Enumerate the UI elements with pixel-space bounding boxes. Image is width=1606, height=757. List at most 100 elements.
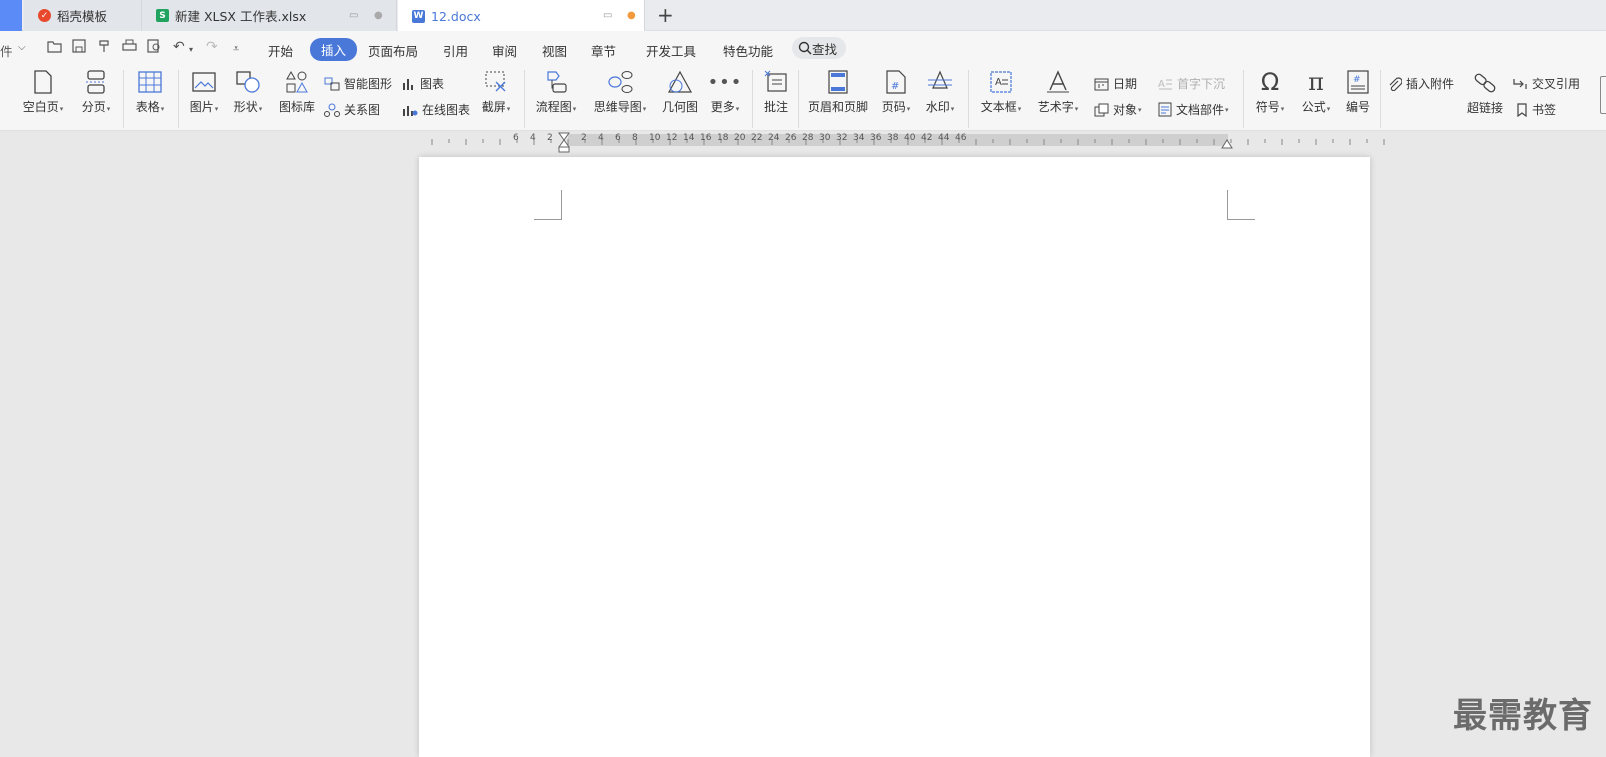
hyperlink-label: 超链接	[1466, 101, 1503, 115]
attachment-label: 插入附件	[1406, 77, 1455, 91]
search-icon	[798, 41, 812, 55]
smart-art-icon	[324, 77, 340, 90]
menu-developer[interactable]: 开发工具	[646, 41, 696, 60]
geometry-label: 几何图	[661, 100, 698, 114]
document-page[interactable]	[419, 157, 1370, 757]
ribbon-divider	[1380, 70, 1381, 128]
date-button[interactable]: 日期	[1094, 75, 1137, 92]
relation-chart-button[interactable]: 关系图	[324, 101, 380, 118]
menu-special[interactable]: 特色功能	[723, 41, 773, 60]
online-chart-icon	[403, 105, 418, 116]
margin-corner-top-left	[534, 190, 562, 220]
omega-icon: Ω	[1260, 68, 1280, 96]
svg-text:#: #	[1353, 75, 1361, 85]
blank-page-button[interactable]: 空白页▾	[22, 69, 64, 115]
save-icon[interactable]	[72, 39, 86, 57]
table-button[interactable]: 表格▾	[132, 69, 168, 115]
spreadsheet-icon: S	[156, 9, 169, 22]
blank-page-label: 空白页	[22, 100, 59, 114]
monitor-icon[interactable]: ▭	[603, 10, 612, 21]
home-tab[interactable]	[0, 0, 22, 31]
picture-icon	[192, 72, 216, 92]
page-number-icon: #	[886, 70, 906, 94]
menu-references[interactable]: 引用	[443, 41, 468, 60]
undo-dropdown-icon[interactable]: ▾	[189, 45, 193, 54]
tab-docx[interactable]: W 12.docx ▭ ●	[398, 0, 645, 32]
open-icon[interactable]	[47, 39, 63, 57]
ruler-number: 2	[581, 133, 587, 143]
picture-button[interactable]: 图片▾	[186, 69, 222, 115]
hyperlink-button[interactable]: 超链接	[1462, 70, 1508, 116]
more-button[interactable]: ••• 更多▾	[707, 69, 743, 115]
cross-ref-button[interactable]: 交叉引用	[1512, 75, 1580, 92]
ruler-number: 22	[751, 133, 763, 143]
formula-button[interactable]: π 公式▾	[1298, 68, 1334, 115]
file-menu[interactable]: 件	[0, 41, 13, 60]
undo-icon[interactable]: ↶	[173, 39, 185, 55]
numbering-button[interactable]: # 编号	[1343, 69, 1373, 115]
text-box-button[interactable]: A 文本框▾	[978, 69, 1024, 115]
chevron-down-icon[interactable]: ⌵	[18, 42, 26, 53]
paperclip-icon	[1389, 76, 1402, 91]
header-footer-button[interactable]: 页眉和页脚	[806, 69, 870, 115]
smart-art-label: 智能图形	[344, 77, 393, 91]
attachment-button[interactable]: 插入附件	[1388, 75, 1454, 92]
format-painter-icon[interactable]	[97, 39, 111, 57]
mindmap-label: 思维导图	[593, 100, 642, 114]
saved-dot-icon[interactable]: ●	[374, 10, 383, 21]
flowchart-button[interactable]: 流程图▾	[534, 69, 578, 115]
comment-button[interactable]: 批注	[761, 69, 791, 115]
symbol-button[interactable]: Ω 符号▾	[1252, 68, 1288, 115]
tab-docer-templates[interactable]: ✓ 稻壳模板	[24, 0, 142, 31]
online-chart-button[interactable]: 在线图表	[402, 101, 470, 118]
word-art-button[interactable]: 艺术字▾	[1035, 69, 1081, 115]
geometry-icon	[667, 70, 693, 93]
header-footer-icon	[828, 70, 848, 94]
svg-text:#: #	[891, 81, 899, 92]
monitor-icon[interactable]: ▭	[349, 10, 358, 21]
page-break-button[interactable]: 分页▾	[78, 69, 114, 115]
menu-section[interactable]: 章节	[591, 41, 616, 60]
cross-ref-label: 交叉引用	[1532, 77, 1581, 91]
indent-marker-icon[interactable]	[557, 132, 571, 154]
redo-icon[interactable]: ↷	[206, 39, 218, 55]
customize-toolbar-icon[interactable]: ⩡	[233, 42, 239, 56]
unsaved-dot-icon[interactable]: ●	[627, 10, 636, 21]
smart-art-button[interactable]: 智能图形	[324, 75, 392, 92]
menu-review[interactable]: 审阅	[492, 41, 517, 60]
icon-library-button[interactable]: 图标库	[277, 69, 317, 115]
new-tab-button[interactable]: +	[657, 3, 674, 27]
page-number-button[interactable]: # 页码▾	[876, 69, 916, 115]
margin-corner-top-right	[1227, 190, 1255, 220]
screenshot-button[interactable]: 截屏▾	[478, 69, 514, 115]
print-preview-icon[interactable]	[147, 39, 162, 57]
menu-home[interactable]: 开始	[268, 41, 293, 60]
bookmark-icon	[1517, 102, 1527, 117]
print-icon[interactable]	[122, 39, 137, 57]
search-button[interactable]: 查找	[792, 37, 846, 59]
tab-xlsx[interactable]: S 新建 XLSX 工作表.xlsx ▭ ●	[142, 0, 397, 31]
shape-button[interactable]: 形状▾	[230, 69, 266, 115]
drop-cap-button[interactable]: A 首字下沉	[1158, 75, 1225, 92]
menu-page-layout[interactable]: 页面布局	[368, 41, 418, 60]
doc-parts-button[interactable]: 文档部件 ▾	[1158, 101, 1229, 118]
geometry-button[interactable]: 几何图	[660, 69, 700, 115]
ruler-number: 38	[887, 133, 899, 143]
picture-label: 图片	[189, 100, 214, 114]
header-footer-label: 页眉和页脚	[807, 100, 868, 114]
ruler-number: 46	[955, 133, 967, 143]
bookmark-button[interactable]: 书签	[1516, 101, 1556, 118]
object-button[interactable]: 对象 ▾	[1094, 101, 1142, 118]
right-indent-marker-icon[interactable]	[1220, 137, 1234, 149]
ruler-number: 4	[598, 133, 604, 143]
ribbon-overflow-indicator[interactable]	[1600, 76, 1606, 114]
menu-view[interactable]: 视图	[542, 41, 567, 60]
menu-insert[interactable]: 插入	[310, 38, 358, 61]
writer-icon: W	[412, 9, 425, 23]
mindmap-button[interactable]: 思维导图▾	[591, 69, 649, 115]
watermark-button[interactable]: 水印▾	[922, 69, 958, 115]
search-label: 查找	[812, 41, 838, 57]
ribbon-divider	[123, 70, 124, 128]
chart-button[interactable]: 图表	[402, 75, 444, 92]
ruler-number: 6	[513, 133, 519, 143]
